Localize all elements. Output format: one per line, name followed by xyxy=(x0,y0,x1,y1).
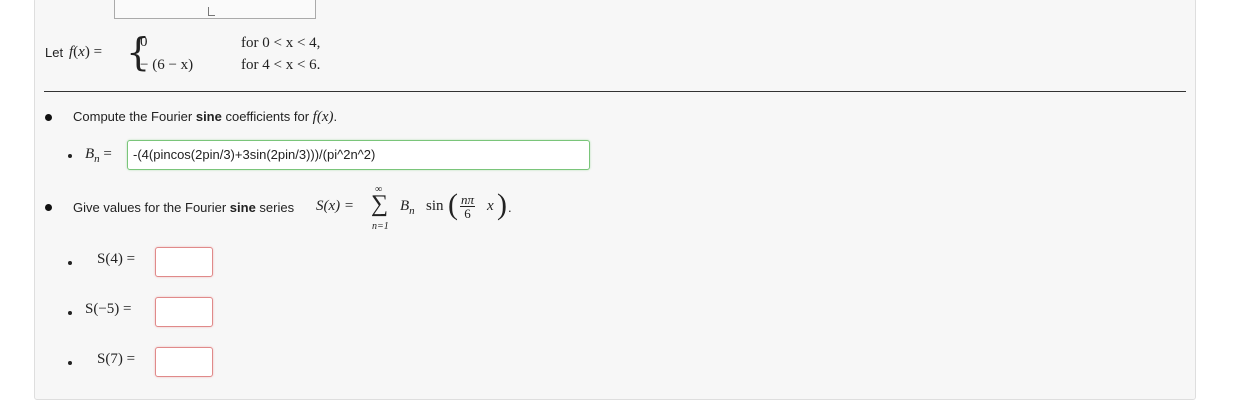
sub-bullet xyxy=(68,311,72,315)
sub-bullet xyxy=(68,154,72,158)
case1-condition: for 0 < x < 4, xyxy=(241,35,321,51)
right-paren: ) xyxy=(497,188,507,221)
part1-func: f(x) xyxy=(312,109,334,125)
bn-label: Bn = xyxy=(85,146,112,165)
part1-end: . xyxy=(333,109,338,124)
definition-prefix: Let xyxy=(45,45,63,60)
part1-prompt: Compute the Fourier sine coefficients fo… xyxy=(73,109,337,126)
function-var: x xyxy=(78,44,85,60)
argument-fraction: nπ 6 xyxy=(460,192,476,221)
s7-answer-input[interactable] xyxy=(155,347,213,377)
let-label: Let xyxy=(45,45,64,60)
sum-lower-limit: n=1 xyxy=(372,221,389,232)
function-label: f(x) = xyxy=(69,44,103,60)
bn-answer-input[interactable]: -(4(pincos(2pin/3)+3sin(2pin/3)))/(pi^2n… xyxy=(127,140,590,170)
part1-text-after: coefficients for xyxy=(221,109,313,124)
function-name: f xyxy=(69,44,74,60)
divider xyxy=(44,91,1186,92)
part2-prompt: Give values for the Fourier sine series xyxy=(73,200,294,215)
argument-var: x xyxy=(487,198,494,214)
series-term: Bn xyxy=(400,198,415,217)
part1-text: Compute the Fourier xyxy=(73,109,196,124)
s4-answer-input[interactable] xyxy=(155,247,213,277)
graph-box-edge xyxy=(114,0,316,19)
bullet xyxy=(45,204,52,211)
bullet xyxy=(45,114,52,121)
part2-end: . xyxy=(508,200,512,215)
s-neg5-label: S(−5) = xyxy=(85,301,132,317)
series-lhs: S(x) = xyxy=(316,198,355,214)
cursor-icon xyxy=(208,7,215,16)
term-subscript: n xyxy=(409,205,415,217)
part1-bold: sine xyxy=(195,109,222,124)
bn-equals: = xyxy=(103,146,112,162)
part2-text: Give values for the Fourier xyxy=(73,200,230,215)
fraction-numerator: nπ xyxy=(460,192,476,207)
s4-label: S(4) = xyxy=(97,251,136,267)
bn-subscript: n xyxy=(94,153,100,165)
part2-text-after: series xyxy=(255,200,295,215)
term-symbol: B xyxy=(400,198,410,214)
bn-answer-value: -(4(pincos(2pin/3)+3sin(2pin/3)))/(pi^2n… xyxy=(133,147,376,162)
sub-bullet xyxy=(68,261,72,265)
sin-function: sin xyxy=(426,198,444,214)
case1-value: 0 xyxy=(140,34,148,50)
sum-symbol: ∑ xyxy=(371,191,389,217)
case2-condition: for 4 < x < 6. xyxy=(241,57,321,73)
left-paren: ( xyxy=(448,188,458,221)
s-neg5-answer-input[interactable] xyxy=(155,297,213,327)
sub-bullet xyxy=(68,361,72,365)
bn-symbol: B xyxy=(85,146,95,162)
s7-label: S(7) = xyxy=(97,351,136,367)
part2-bold: sine xyxy=(229,200,256,215)
case2-value: − (6 − x) xyxy=(140,57,194,73)
fraction-denominator: 6 xyxy=(464,206,471,221)
